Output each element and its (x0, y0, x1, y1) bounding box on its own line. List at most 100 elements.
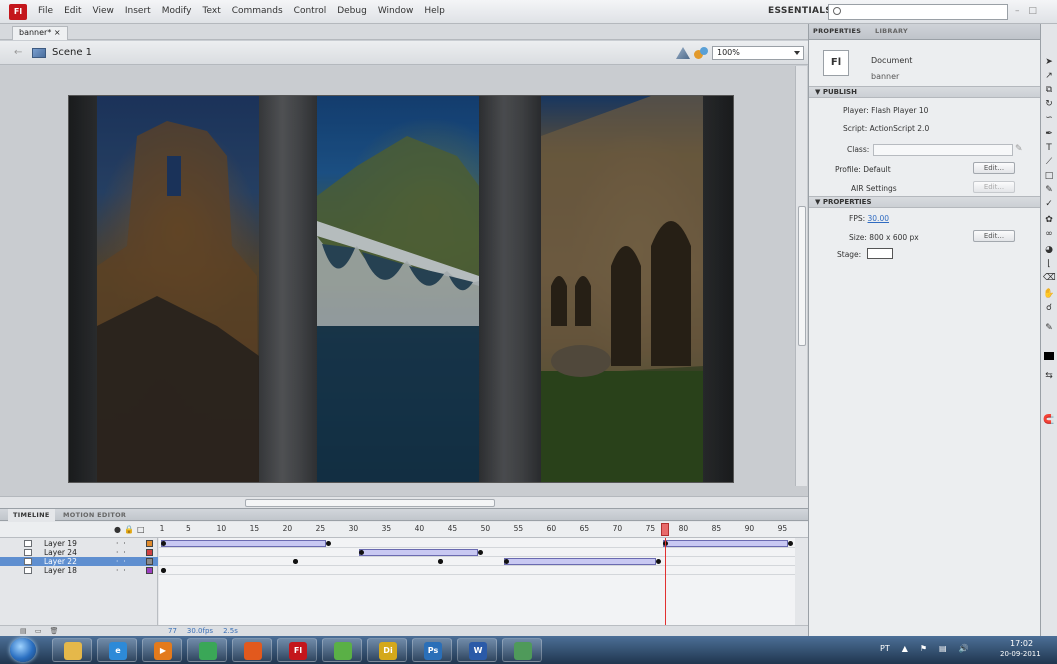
hand-tool-icon[interactable]: ✋ (1043, 288, 1055, 300)
deco-tool-icon[interactable]: ✿ (1043, 214, 1055, 226)
taskbar-app-photoshop[interactable]: Ps (412, 638, 452, 662)
free-transform-tool-icon[interactable]: ⧉ (1043, 84, 1055, 96)
lasso-tool-icon[interactable]: ∽ (1043, 112, 1055, 124)
layer-name[interactable]: Layer 18 (44, 566, 77, 575)
3d-rotation-tool-icon[interactable]: ↻ (1043, 98, 1055, 110)
tab-properties[interactable]: PROPERTIES (813, 27, 861, 35)
pencil-icon[interactable]: ✎ (1015, 144, 1023, 154)
bone-tool-icon[interactable]: ∞ (1043, 228, 1055, 240)
brush-tool-icon[interactable]: ✓ (1043, 198, 1055, 210)
layer-outline-color[interactable] (146, 540, 153, 547)
stage-vertical-scrollbar[interactable] (795, 66, 807, 486)
menu-modify[interactable]: Modify (162, 6, 192, 16)
clock-time[interactable]: 17:02 (1010, 639, 1033, 648)
menu-file[interactable]: File (38, 6, 53, 16)
keyframe[interactable] (477, 550, 483, 555)
motion-tween[interactable] (504, 558, 656, 565)
motion-tween[interactable] (662, 540, 788, 547)
eraser-tool-icon[interactable]: ⌫ (1043, 272, 1056, 284)
tab-motion-editor[interactable]: MOTION EDITOR (58, 509, 131, 521)
playhead[interactable] (661, 523, 669, 536)
network-icon[interactable]: ▤ (939, 644, 947, 653)
pen-tool-icon[interactable]: ✒ (1043, 128, 1055, 140)
menu-debug[interactable]: Debug (337, 6, 367, 16)
taskbar-app-people[interactable] (502, 638, 542, 662)
subselection-tool-icon[interactable]: ↗ (1043, 70, 1055, 82)
edit-symbols-icon[interactable] (694, 47, 708, 59)
menu-control[interactable]: Control (294, 6, 327, 16)
menu-commands[interactable]: Commands (232, 6, 283, 16)
clock-date[interactable]: 20-09-2011 (1000, 650, 1041, 658)
layer-name[interactable]: Layer 19 (44, 539, 77, 548)
layer-name[interactable]: Layer 24 (44, 548, 77, 557)
layer-toggles[interactable]: ·· (116, 539, 131, 548)
profile-edit-button[interactable]: Edit... (973, 162, 1015, 174)
keyframe[interactable] (359, 550, 364, 555)
section-properties[interactable]: ▼ PROPERTIES (809, 196, 1041, 208)
text-tool-icon[interactable]: T (1043, 142, 1055, 154)
menu-help[interactable]: Help (424, 6, 445, 16)
taskbar-app-chrome[interactable] (187, 638, 227, 662)
menu-insert[interactable]: Insert (125, 6, 151, 16)
layer-visibility-lock-outline-icons[interactable]: ●🔒□ (114, 525, 148, 534)
frame-row[interactable] (159, 557, 795, 566)
frames-grid[interactable] (159, 538, 795, 625)
fill-color-icon[interactable] (1043, 336, 1055, 348)
pencil-tool-icon[interactable]: ✎ (1043, 184, 1055, 196)
taskbar-app-firefox[interactable] (232, 638, 272, 662)
new-layer-folder-delete-icons[interactable]: ▤ ▭ 🗑 (20, 627, 62, 635)
taskbar-app-flash[interactable]: Fl (277, 638, 317, 662)
fps-value[interactable]: 30.00 (868, 214, 889, 223)
zoom-tool-icon[interactable]: ☌ (1043, 302, 1055, 314)
taskbar-app-explorer[interactable] (52, 638, 92, 662)
stage-color-swatch[interactable] (867, 248, 893, 259)
scrollbar-thumb[interactable] (245, 499, 495, 507)
layer-toggles[interactable]: ·· (116, 566, 131, 575)
layer-row[interactable]: Layer 24 ·· (0, 548, 158, 557)
layer-outline-color[interactable] (146, 567, 153, 574)
keyframe[interactable] (438, 559, 444, 564)
frame-ruler[interactable]: 1 5 10 15 20 25 30 35 40 45 50 55 60 65 70 75 80 85 90 95 (158, 522, 794, 538)
stage-canvas[interactable] (69, 96, 733, 482)
stage-horizontal-scrollbar[interactable] (0, 496, 808, 508)
frame-row[interactable] (159, 539, 795, 548)
window-controls[interactable]: – □ (1015, 6, 1040, 16)
back-arrow-icon[interactable]: ← (14, 47, 22, 58)
frame-rate[interactable]: 30.0fps (187, 627, 213, 635)
frame-row[interactable] (159, 566, 795, 575)
taskbar-app-messenger[interactable] (322, 638, 362, 662)
motion-tween[interactable] (161, 540, 326, 547)
layer-row[interactable]: Layer 18 ·· (0, 566, 158, 575)
action-center-flag-icon[interactable]: ⚑ (920, 644, 927, 653)
menu-window[interactable]: Window (378, 6, 414, 16)
zoom-select[interactable]: 100% (712, 46, 804, 60)
paint-bucket-tool-icon[interactable]: ◕ (1043, 244, 1055, 256)
document-tab[interactable]: banner* × (12, 26, 68, 40)
black-white-swatch-icon[interactable] (1044, 352, 1054, 360)
swap-colors-icon[interactable]: ⇆ (1043, 370, 1055, 382)
menu-view[interactable]: View (93, 6, 114, 16)
taskbar-app-internet-explorer[interactable]: e (97, 638, 137, 662)
section-publish[interactable]: ▼ PUBLISH (809, 86, 1041, 98)
show-hidden-icons-icon[interactable]: ▲ (902, 644, 908, 653)
class-field[interactable] (873, 144, 1013, 156)
air-edit-button[interactable]: Edit... (973, 181, 1015, 193)
keyframe[interactable] (161, 541, 166, 546)
taskbar-app-word[interactable]: W (457, 638, 497, 662)
language-indicator[interactable]: PT (880, 644, 890, 653)
stroke-color-icon[interactable]: ✎ (1043, 322, 1055, 334)
keyframe[interactable] (326, 541, 331, 546)
snap-to-objects-icon[interactable]: 🧲 (1043, 414, 1055, 426)
keyframe[interactable] (656, 559, 661, 564)
eyedropper-tool-icon[interactable]: ⌊ (1043, 258, 1055, 270)
layer-outline-color[interactable] (146, 549, 153, 556)
volume-icon[interactable]: 🔊 (959, 644, 969, 653)
keyframe[interactable] (788, 541, 793, 546)
menu-edit[interactable]: Edit (64, 6, 81, 16)
layer-row[interactable]: Layer 19 ·· (0, 539, 158, 548)
layer-outline-color[interactable] (146, 558, 153, 565)
help-search-input[interactable] (828, 4, 1008, 20)
layer-toggles[interactable]: ·· (116, 557, 131, 566)
tab-timeline[interactable]: TIMELINE (8, 509, 55, 521)
scene-label[interactable]: Scene 1 (52, 47, 92, 58)
